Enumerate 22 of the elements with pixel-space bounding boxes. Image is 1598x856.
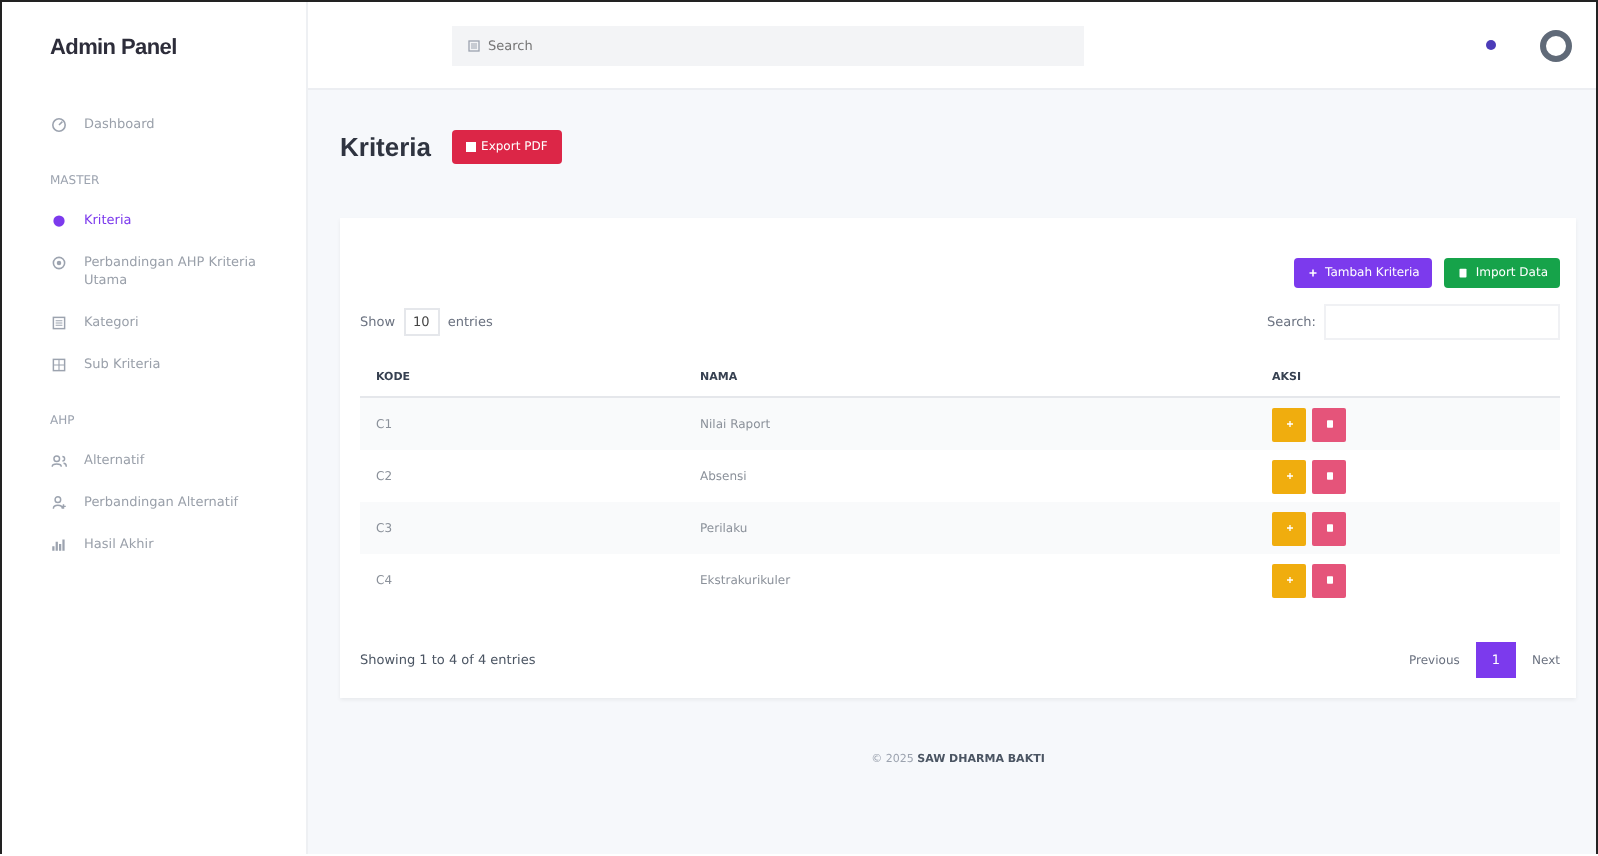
edit-button[interactable] (1272, 511, 1306, 545)
list-icon (50, 314, 68, 332)
delete-button[interactable] (1312, 511, 1346, 545)
delete-button[interactable] (1312, 563, 1346, 597)
plus-icon (1305, 266, 1320, 280)
avatar-icon[interactable] (1540, 29, 1572, 61)
dot-icon (50, 212, 68, 230)
user-plus-icon (50, 494, 68, 512)
gauge-icon (50, 116, 68, 134)
dot-icon[interactable] (1486, 40, 1496, 50)
brand-title: Admin Panel (48, 34, 179, 64)
delete-button[interactable] (1312, 459, 1346, 493)
bar-chart-icon (50, 536, 68, 554)
edit-button[interactable] (1272, 563, 1306, 597)
edit-button[interactable] (1272, 407, 1306, 441)
grid-icon (50, 356, 68, 374)
file-icon (1455, 266, 1470, 280)
users-icon (50, 452, 68, 470)
delete-button[interactable] (1312, 407, 1346, 441)
edit-button[interactable] (1272, 459, 1306, 493)
circle-icon (50, 254, 68, 272)
page-title: Kriteria (340, 131, 432, 161)
